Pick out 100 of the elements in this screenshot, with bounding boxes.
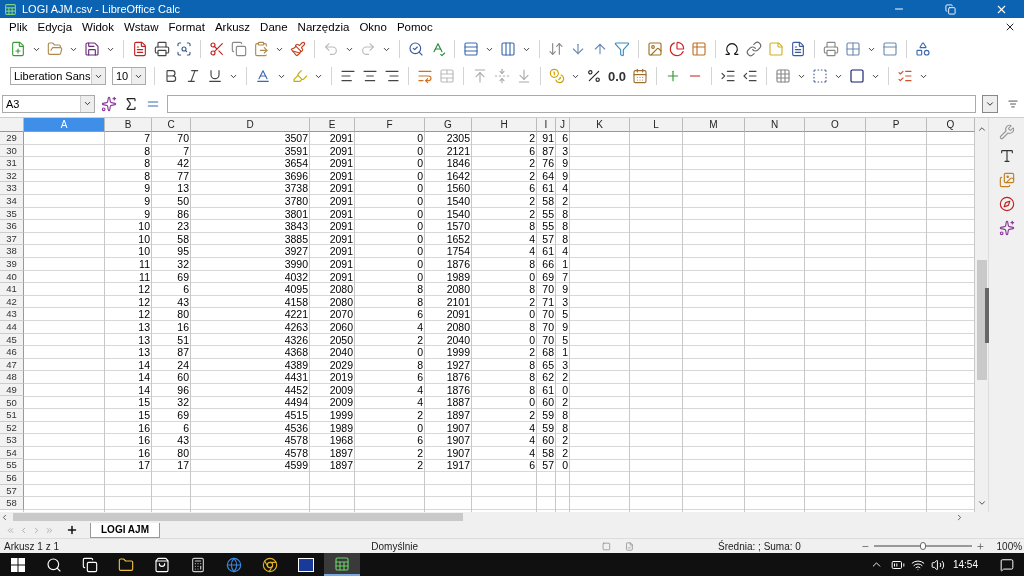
column-header[interactable]: J [556,118,570,132]
row-header[interactable]: 46 [0,346,24,359]
wrap-text-icon[interactable] [417,68,433,84]
row-header[interactable]: 51 [0,409,24,422]
close-document-icon[interactable] [1004,21,1016,33]
notifications-icon[interactable] [1000,557,1014,572]
row-header[interactable]: 38 [0,245,24,258]
column-header[interactable]: Q [927,118,975,132]
calendar-icon[interactable] [632,68,649,84]
row-header[interactable]: 41 [0,283,24,296]
border-color-icon[interactable] [849,68,866,84]
row-header[interactable]: 53 [0,434,24,447]
row-header[interactable]: 50 [0,396,24,410]
column-header[interactable]: D [191,118,310,132]
menu-item[interactable]: Okno [354,21,392,33]
clipboard-icon[interactable] [253,41,269,57]
zoom-in-icon[interactable] [975,541,985,551]
merge-cells-icon[interactable] [439,68,455,84]
search-icon[interactable] [46,556,62,573]
border-style-icon[interactable] [812,68,829,84]
sort-icon[interactable] [548,41,564,57]
rows-icon[interactable] [463,41,479,57]
formula-input[interactable] [167,94,976,113]
copy-icon[interactable] [231,41,247,57]
sparkles-icon[interactable] [998,220,1015,236]
volume-icon[interactable] [930,557,945,572]
sort-descending-icon[interactable] [570,41,586,57]
column-header[interactable]: K [570,118,630,132]
column-header[interactable]: N [745,118,805,132]
menu-item[interactable]: Wstaw [119,21,164,33]
indent-decrease-icon[interactable] [742,68,759,84]
columns-icon[interactable] [500,41,516,57]
menu-item[interactable]: Dane [255,21,293,33]
column-header[interactable]: L [630,118,683,132]
font-name-field[interactable]: Liberation Sans [10,67,106,85]
wifi-icon[interactable] [910,557,925,572]
image-icon[interactable] [647,41,663,57]
menu-item[interactable]: Edycja [32,21,78,33]
slider-thumb[interactable] [919,542,926,550]
store-icon[interactable] [154,556,170,573]
menu-item[interactable]: Narzędzia [292,21,355,33]
font-color-icon[interactable] [255,68,271,84]
save-icon[interactable] [84,41,100,57]
calculator-icon[interactable] [190,556,206,573]
zoom-level[interactable]: 100% [984,540,1024,552]
link-icon[interactable] [746,41,762,57]
conditional-format-icon[interactable] [897,68,914,84]
compass-icon[interactable] [998,196,1015,212]
printer-icon[interactable] [154,41,170,57]
row-header[interactable]: 48 [0,371,24,384]
column-header[interactable]: O [805,118,866,132]
pdf-export-icon[interactable] [132,41,148,57]
task-view-icon[interactable] [82,556,98,573]
find-replace-icon[interactable] [408,41,424,57]
menu-item[interactable]: Format [163,21,210,33]
windows-logo-icon[interactable] [11,557,25,572]
row-header[interactable]: 58 [0,497,24,510]
pivot-table-icon[interactable] [691,41,707,57]
restore-icon[interactable] [944,3,956,15]
scroll-right-icon[interactable] [955,512,964,522]
app-box-icon[interactable] [298,557,314,572]
menu-item[interactable]: Arkusz [209,21,256,33]
scroll-down-icon[interactable] [976,498,987,508]
filter-icon[interactable] [614,41,630,57]
menu-item[interactable]: Pomoc [391,21,438,33]
row-header[interactable]: 55 [0,459,24,473]
scrollbar-thumb[interactable] [13,513,463,521]
menu-item[interactable]: Plik [4,21,33,33]
menu-item[interactable]: Widok [77,21,119,33]
text-style-icon[interactable] [998,148,1015,164]
row-header[interactable]: 36 [0,220,24,233]
align-left-icon[interactable] [340,68,356,84]
sparkles-icon[interactable] [101,95,117,112]
column-header[interactable]: F [355,118,425,132]
caret-icon[interactable] [83,99,92,108]
spellcheck-icon[interactable] [430,41,446,57]
expand-button[interactable] [982,94,998,113]
scissors-icon[interactable] [209,41,225,57]
column-header[interactable]: M [683,118,745,132]
new-file-icon[interactable] [10,41,26,57]
column-header[interactable]: I [537,118,556,132]
number-format-button[interactable]: 0.0 [608,68,627,84]
row-header[interactable]: 56 [0,472,24,485]
align-center-icon[interactable] [362,68,378,84]
scroll-up-icon[interactable] [976,124,987,134]
borders-icon[interactable] [775,68,792,84]
spreadsheet-icon[interactable] [334,555,350,572]
indent-increase-icon[interactable] [720,68,737,84]
column-header[interactable]: P [866,118,927,132]
sidebar-menu-icon[interactable] [1008,98,1018,109]
omega-icon[interactable] [724,41,740,57]
row-header[interactable]: 33 [0,182,24,195]
browser-icon[interactable] [226,556,242,573]
bold-icon[interactable] [163,68,179,84]
panel-icon[interactable] [882,41,898,57]
italic-icon[interactable] [185,68,201,84]
row-header[interactable]: 31 [0,157,24,170]
scrollbar-thumb[interactable] [976,260,987,380]
grid-icon[interactable] [845,41,861,57]
print-preview-icon[interactable] [176,41,192,57]
